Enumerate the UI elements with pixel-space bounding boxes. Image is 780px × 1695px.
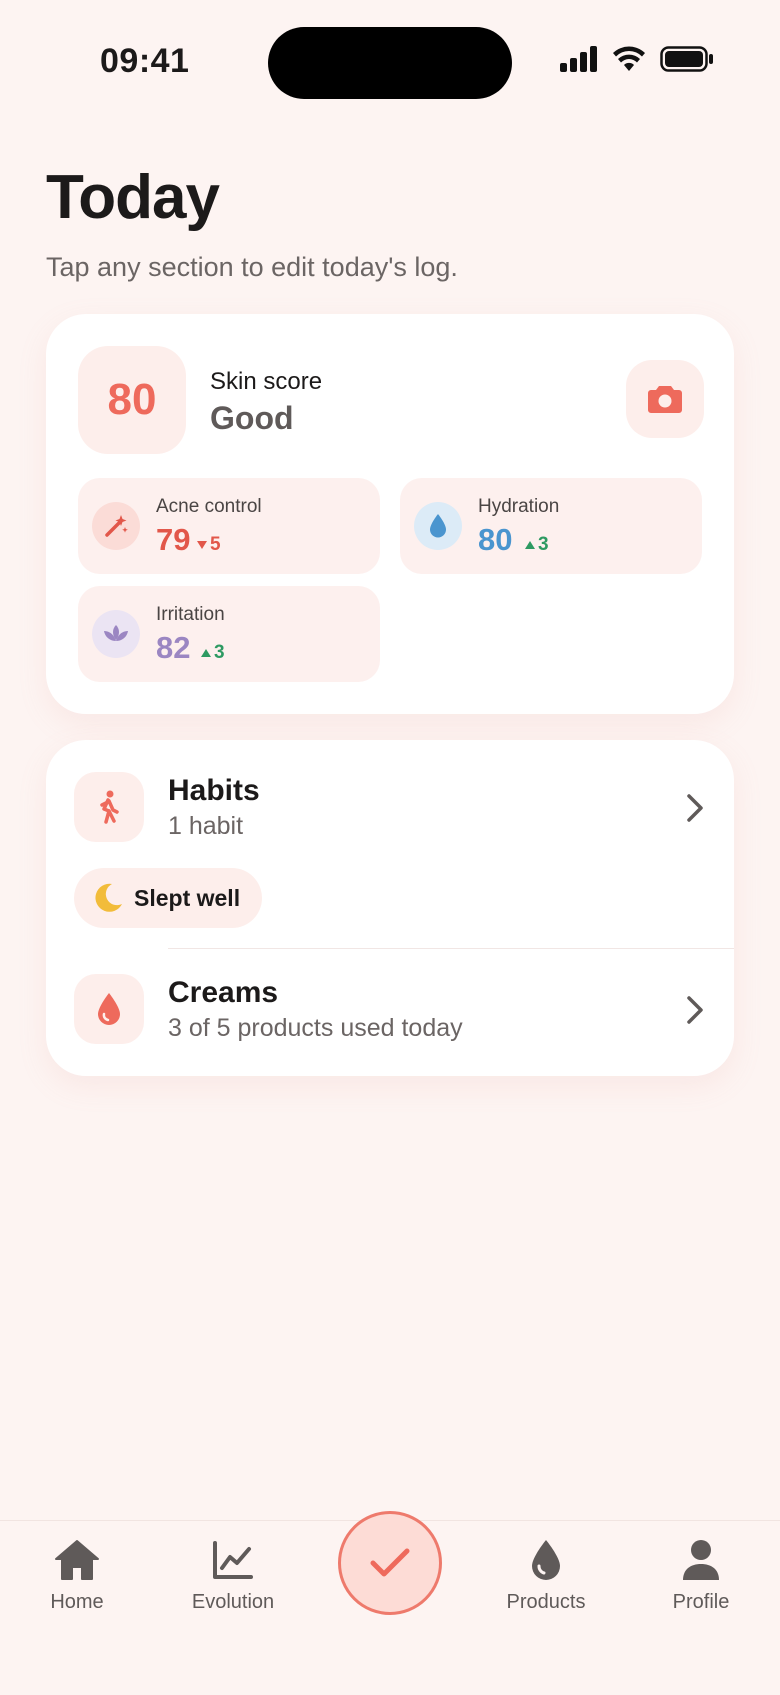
home-icon: [55, 1540, 99, 1580]
metric-label: Hydration: [478, 496, 560, 517]
metric-label: Acne control: [156, 496, 262, 517]
battery-icon: [660, 46, 713, 72]
caret-up-icon: [525, 541, 535, 549]
today-screen: 09:41 Today Tap any section to edit toda…: [0, 0, 780, 1695]
creams-subtitle: 3 of 5 products used today: [168, 1014, 463, 1042]
log-today-button[interactable]: [338, 1511, 442, 1615]
tab-label: Home: [50, 1591, 104, 1613]
habit-chip-slept-well[interactable]: Slept well: [74, 868, 263, 928]
checkmark-icon: [370, 1548, 410, 1577]
metric-delta-value: 3: [214, 642, 225, 663]
metric-value: 82: [156, 630, 191, 665]
magic-wand-icon: [92, 502, 140, 550]
tab-bar: Home Evolution Products Profile: [0, 1511, 780, 1695]
status-time: 09:41: [100, 42, 190, 80]
dynamic-island: [268, 27, 512, 99]
caret-down-icon: [197, 541, 207, 549]
page-subtitle: Tap any section to edit today's log.: [46, 252, 458, 282]
tab-label: Products: [506, 1591, 586, 1613]
metric-delta-value: 5: [210, 534, 221, 555]
daily-log-card: Habits 1 habit Slept well Creams 3 of 5 …: [46, 740, 734, 1076]
tab-products[interactable]: Products: [481, 1539, 611, 1614]
skin-score-badge: 80: [78, 346, 186, 454]
metric-value: 79: [156, 522, 191, 557]
habit-chip-label: Slept well: [134, 884, 241, 911]
camera-icon: [648, 386, 682, 413]
metric-delta: 5: [196, 534, 221, 556]
chevron-right-icon: [682, 788, 708, 828]
status-icons: [560, 46, 714, 72]
skin-score-label: Skin score: [210, 368, 323, 395]
metric-acne-control[interactable]: Acne control 79 5: [78, 478, 380, 574]
metric-value: 80: [478, 522, 513, 557]
skin-score-card[interactable]: 80 Skin score Good Acne control 79 5 Hyd…: [46, 314, 734, 714]
metric-delta: 3: [524, 534, 549, 556]
moon-icon: [95, 883, 122, 912]
tab-label: Profile: [672, 1591, 730, 1613]
habits-title: Habits: [168, 774, 260, 807]
divider: [168, 948, 734, 949]
caret-up-icon: [201, 649, 211, 657]
tab-label: Evolution: [191, 1591, 275, 1613]
chart-line-icon: [213, 1541, 253, 1579]
chevron-right-icon: [682, 990, 708, 1030]
creams-title: Creams: [168, 976, 279, 1009]
wifi-icon: [613, 46, 645, 71]
drop-icon: [532, 1540, 560, 1580]
tab-profile[interactable]: Profile: [636, 1539, 766, 1614]
metric-hydration[interactable]: Hydration 80 3: [400, 478, 702, 574]
tab-home[interactable]: Home: [12, 1539, 142, 1614]
cream-drop-icon: [74, 974, 144, 1044]
tab-evolution[interactable]: Evolution: [168, 1539, 298, 1614]
camera-button[interactable]: [626, 360, 704, 438]
metric-delta: 3: [200, 642, 225, 664]
person-icon: [683, 1540, 719, 1580]
page-title: Today: [46, 163, 220, 232]
water-drop-icon: [414, 502, 462, 550]
metric-delta-value: 3: [538, 534, 549, 555]
metric-label: Irritation: [156, 604, 225, 625]
skin-score-rating: Good: [210, 400, 294, 436]
walking-icon: [74, 772, 144, 842]
habits-subtitle: 1 habit: [168, 812, 244, 840]
metric-irritation[interactable]: Irritation 82 3: [78, 586, 380, 682]
signal-icon: [560, 46, 597, 72]
lotus-icon: [92, 610, 140, 658]
